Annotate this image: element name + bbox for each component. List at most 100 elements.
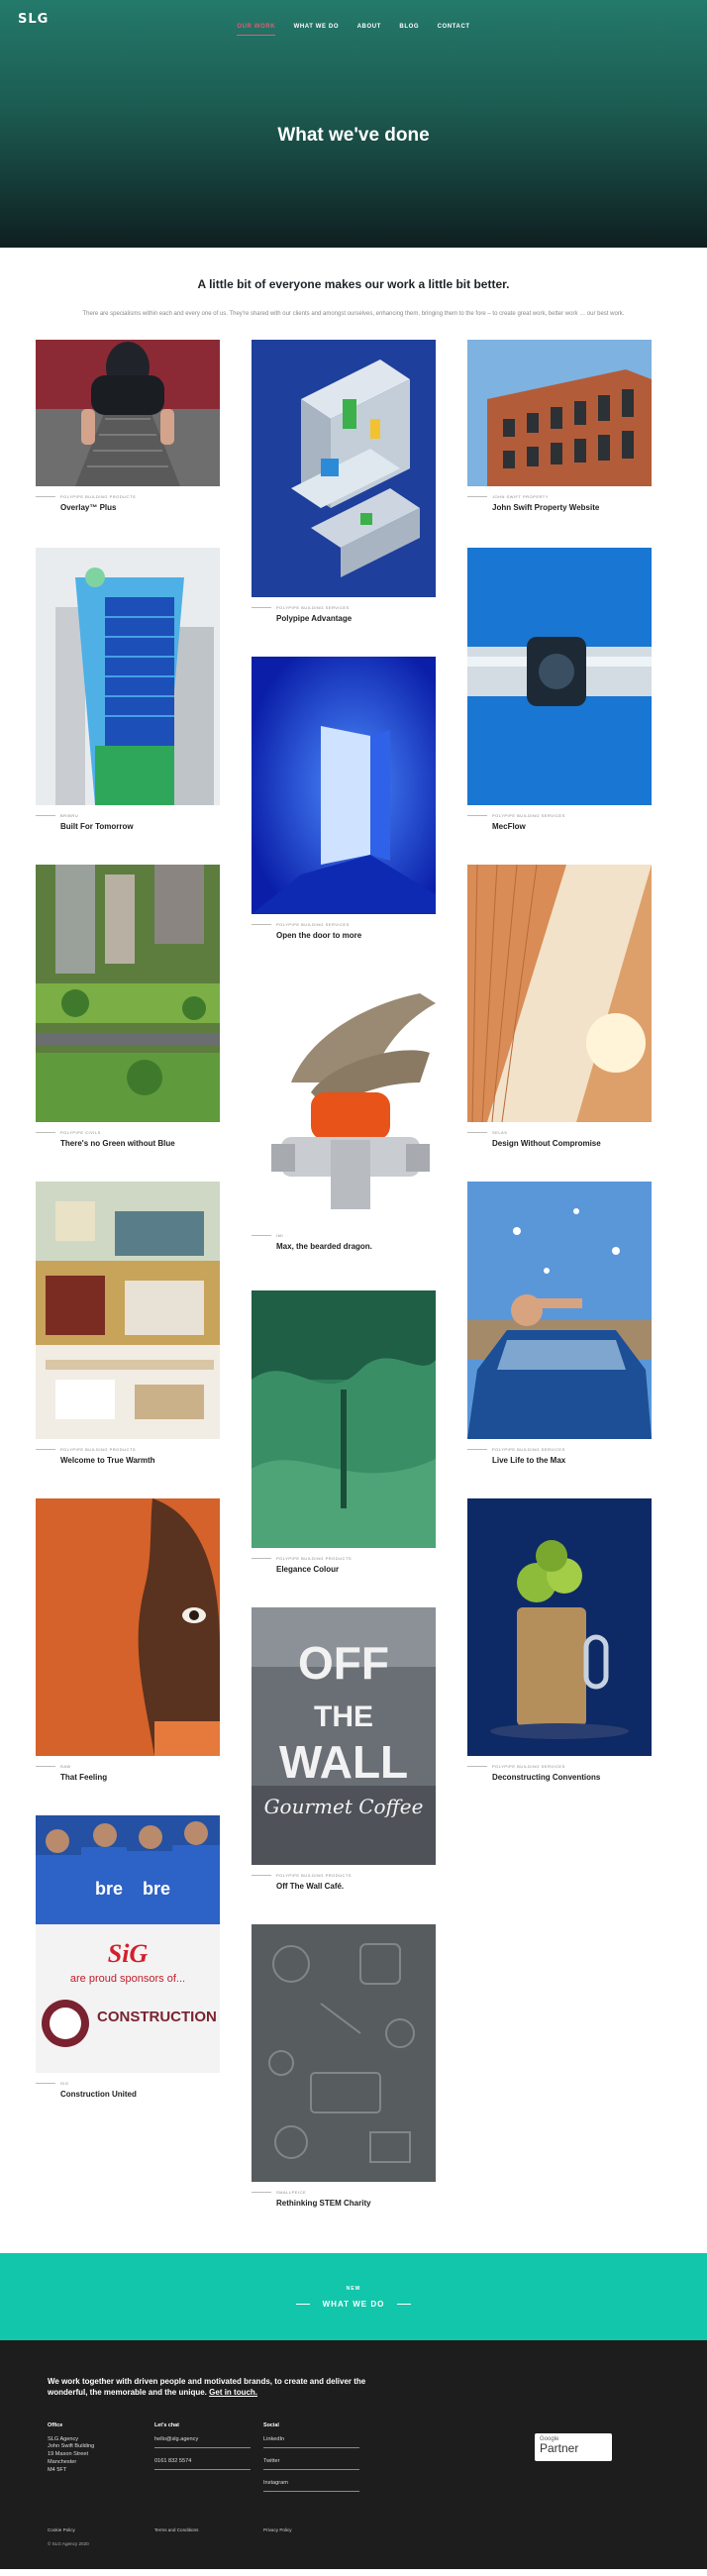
project-category: POLYPIPE BUILDING SERVICES <box>492 1763 565 1769</box>
project-title: Off The Wall Café. <box>276 1881 345 1891</box>
offwall-text: OFF <box>298 1637 389 1689</box>
address-line: Manchester <box>48 2459 77 2466</box>
project-card-construction-united[interactable]: bre bre SiG are proud sponsors of... CON… <box>36 1814 220 2109</box>
project-image <box>252 1923 436 2182</box>
intro-body: There are specialisms within each and ev… <box>82 311 625 317</box>
project-category: POLYPIPE BUILDING PRODUCTS <box>60 1446 137 1452</box>
project-card-max-bearded-dragon[interactable]: IMI Max, the bearded dragon. <box>252 973 436 1261</box>
nav-about[interactable]: ABOUT <box>357 24 381 35</box>
google-partner-badge[interactable]: Google Partner <box>535 2432 612 2461</box>
project-image <box>252 656 436 914</box>
project-card-no-green-without-blue[interactable]: POLYPIPE CIVILS There's no Green without… <box>36 864 220 1158</box>
project-card-polypipe-advantage[interactable]: POLYPIPE BUILDING SERVICES Polypipe Adva… <box>252 339 436 633</box>
hero: SLG OUR WORK WHAT WE DO ABOUT BLOG CONTA… <box>0 0 707 248</box>
get-in-touch-link[interactable]: Get in touch. <box>209 2388 257 2397</box>
project-title: Open the door to more <box>276 930 362 940</box>
project-card-elegance-colour[interactable]: POLYPIPE BUILDING PRODUCTS Elegance Colo… <box>252 1289 436 1584</box>
sig-logo-text: SiG <box>108 1939 149 1968</box>
project-image: OFF THE WALL Gourmet Coffee <box>252 1606 436 1865</box>
nav-our-work[interactable]: OUR WORK <box>237 24 276 36</box>
instagram-link[interactable]: Instagram <box>263 2480 359 2492</box>
project-image <box>467 1497 652 1756</box>
project-category: POLYPIPE BUILDING PRODUCTS <box>276 1872 353 1878</box>
project-title: MecFlow <box>492 821 526 831</box>
project-title: Rethinking STEM Charity <box>276 2198 371 2208</box>
address-line: M4 5FT <box>48 2466 67 2473</box>
terms-link[interactable]: Terms and Conditions <box>154 2527 198 2532</box>
project-card-john-swift-property[interactable]: JOHN SWIFT PROPERTY John Swift Property … <box>467 339 652 522</box>
project-title: Design Without Compromise <box>492 1138 601 1148</box>
project-category: POLYPIPE BUILDING SERVICES <box>492 1446 565 1452</box>
project-image <box>36 1181 220 1439</box>
what-we-do-label: WHAT WE DO <box>322 2299 385 2309</box>
privacy-policy-link[interactable]: Privacy Policy <box>263 2527 292 2532</box>
main-nav: OUR WORK WHAT WE DO ABOUT BLOG CONTACT <box>0 15 707 36</box>
project-title: Max, the bearded dragon. <box>276 1241 372 1251</box>
project-category: IMI <box>276 1232 284 1238</box>
project-title: That Feeling <box>60 1772 108 1782</box>
project-title: Overlay™ Plus <box>60 502 117 512</box>
project-image <box>467 864 652 1122</box>
project-card-welcome-to-true-warmth[interactable]: POLYPIPE BUILDING PRODUCTS Welcome to Tr… <box>36 1181 220 1475</box>
project-card-live-life-to-the-max[interactable]: POLYPIPE BUILDING SERVICES Live Life to … <box>467 1181 652 1475</box>
project-title: Construction United <box>60 2089 137 2099</box>
address-line: SLG Agency <box>48 2435 79 2442</box>
project-title: Welcome to True Warmth <box>60 1455 155 1465</box>
project-category: BRIBRU <box>60 812 79 818</box>
jersey-text: bre <box>143 1879 170 1899</box>
twitter-link[interactable]: Twitter <box>263 2458 359 2470</box>
intro-heading: A little bit of everyone makes our work … <box>197 277 510 291</box>
nav-contact[interactable]: CONTACT <box>438 24 470 35</box>
project-title: Polypipe Advantage <box>276 613 353 623</box>
project-image <box>467 547 652 805</box>
project-card-mecflow[interactable]: POLYPIPE BUILDING SERVICES MecFlow <box>467 547 652 841</box>
footer: We work together with driven people and … <box>0 2339 707 2569</box>
what-we-do-link[interactable]: WHAT WE DO <box>283 2300 425 2309</box>
project-category: POLYPIPE BUILDING PRODUCTS <box>276 1555 353 1561</box>
project-category: POLYPIPE BUILDING SERVICES <box>276 921 350 927</box>
project-image <box>467 339 652 486</box>
page-title: What we've done <box>277 125 430 146</box>
jersey-text: bre <box>95 1879 123 1899</box>
project-image <box>467 1181 652 1439</box>
office-column: Office SLG Agency John Swift Building 19… <box>48 2422 94 2475</box>
project-card-overlay-plus[interactable]: POLYPIPE BUILDING PRODUCTS Overlay™ Plus <box>36 339 220 522</box>
project-card-off-the-wall-cafe[interactable]: OFF THE WALL Gourmet Coffee POLYPIPE BUI… <box>252 1606 436 1901</box>
social-title: Social <box>263 2421 279 2428</box>
offwall-text: Gourmet Coffee <box>264 1795 424 1818</box>
what-we-do-cta: NEW WHAT WE DO <box>0 2252 707 2340</box>
linkedin-link[interactable]: LinkedIn <box>263 2436 359 2448</box>
phone-link[interactable]: 0161 832 5574 <box>154 2458 251 2470</box>
project-category: SMALLPEICE <box>276 2189 307 2195</box>
construction-united-text: CONSTRUCTION UNITED <box>97 2009 220 2025</box>
nav-what-we-do[interactable]: WHAT WE DO <box>294 24 340 35</box>
project-image <box>36 339 220 486</box>
project-card-built-for-tomorrow[interactable]: BRIBRU Built For Tomorrow <box>36 547 220 841</box>
project-image: bre bre SiG are proud sponsors of... CON… <box>36 1814 220 2073</box>
nav-blog[interactable]: BLOG <box>399 24 419 35</box>
project-category: POLYPIPE BUILDING SERVICES <box>492 812 565 818</box>
footer-lead-text: We work together with driven people and … <box>48 2376 366 2398</box>
social-column: Social LinkedIn Twitter Instagram <box>263 2422 359 2502</box>
project-card-that-feeling[interactable]: RAW That Feeling <box>36 1497 220 1792</box>
project-card-design-without-compromise[interactable]: SELAS Design Without Compromise <box>467 864 652 1158</box>
project-card-rethinking-stem[interactable]: SMALLPEICE Rethinking STEM Charity <box>252 1923 436 2217</box>
project-card-deconstructing-conventions[interactable]: POLYPIPE BUILDING SERVICES Deconstructin… <box>467 1497 652 1792</box>
project-title: John Swift Property Website <box>492 502 600 512</box>
project-grid: POLYPIPE BUILDING PRODUCTS Overlay™ Plus… <box>0 339 707 2253</box>
project-card-open-the-door[interactable]: POLYPIPE BUILDING SERVICES Open the door… <box>252 656 436 950</box>
project-title: Live Life to the Max <box>492 1455 566 1465</box>
project-title: There's no Green without Blue <box>60 1138 175 1148</box>
footer-lead: We work together with driven people and … <box>48 2376 374 2399</box>
offwall-text: THE <box>314 1700 373 1733</box>
address-line: 19 Mason Street <box>48 2451 89 2458</box>
project-category: SIG <box>60 2080 69 2086</box>
project-category: POLYPIPE CIVILS <box>60 1129 101 1135</box>
email-link[interactable]: hello@slg.agency <box>154 2436 251 2448</box>
project-title: Built For Tomorrow <box>60 821 134 831</box>
cookie-policy-link[interactable]: Cookie Policy <box>48 2527 75 2532</box>
project-image <box>252 1289 436 1548</box>
project-category: JOHN SWIFT PROPERTY <box>492 493 549 499</box>
project-image <box>36 1497 220 1756</box>
project-image <box>252 339 436 597</box>
